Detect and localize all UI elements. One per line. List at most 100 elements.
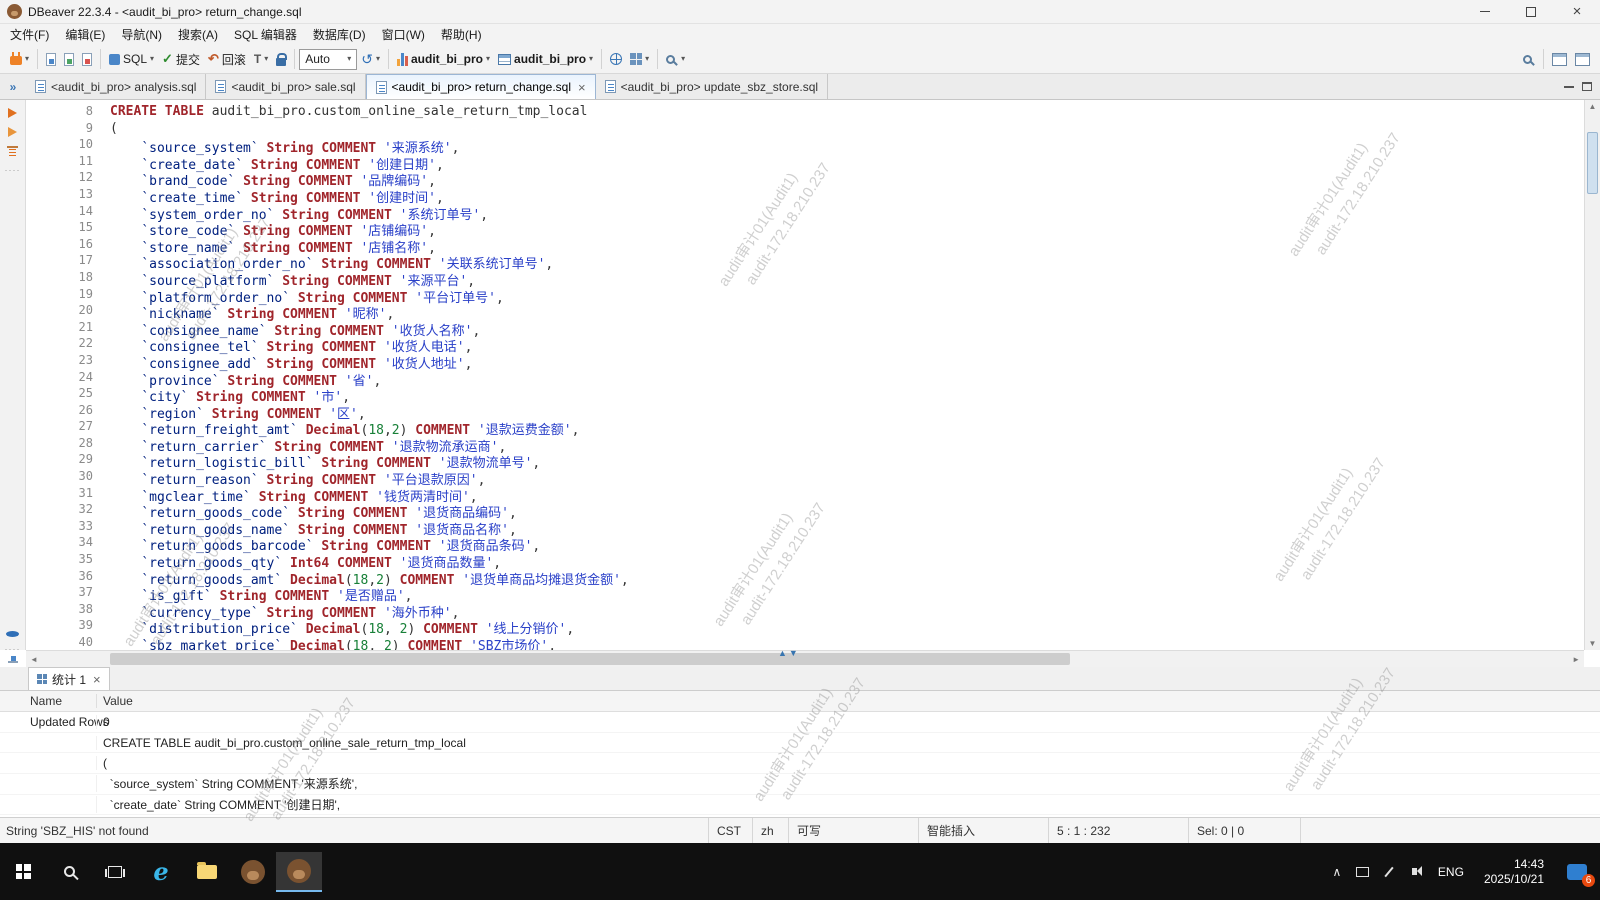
tray-expand-button[interactable]: ∧ xyxy=(1324,852,1350,892)
task-view-button[interactable] xyxy=(92,852,138,892)
line-number: 37 xyxy=(26,585,100,602)
code-token: , xyxy=(436,158,444,173)
search-dropdown-button[interactable]: ▾ xyxy=(662,53,689,66)
system-tray: ∧ ENG 14:43 2025/10/21 6 xyxy=(1324,852,1600,892)
editor-tab[interactable]: <audit_bi_pro> sale.sql xyxy=(206,74,365,99)
menu-item[interactable]: 数据库(D) xyxy=(305,24,374,45)
table-row[interactable]: `source_system` String COMMENT '来源系统', xyxy=(0,774,1600,795)
tray-display-button[interactable] xyxy=(1350,852,1376,892)
scroll-down-icon[interactable]: ▼ xyxy=(1585,639,1600,648)
menu-item[interactable]: 导航(N) xyxy=(113,24,170,45)
code-token: , xyxy=(532,539,540,554)
language-indicator[interactable]: ENG xyxy=(1428,865,1474,879)
panel-close-icon[interactable]: × xyxy=(93,672,101,687)
sql-file-icon xyxy=(215,80,226,93)
view-controls xyxy=(1564,74,1600,99)
tab-close-icon[interactable]: × xyxy=(578,80,586,95)
vertical-scrollbar[interactable]: ▲ ▼ xyxy=(1584,100,1600,650)
perspective-icon xyxy=(1575,53,1590,66)
rollback-button[interactable]: ↶回滚 xyxy=(204,49,250,70)
sql-file-icon xyxy=(35,80,46,93)
run-script-icon[interactable] xyxy=(8,127,17,137)
code-editor[interactable]: CREATE TABLE audit_bi_pro.custom_online_… xyxy=(100,100,1584,650)
line-number: 24 xyxy=(26,370,100,387)
restore-views-icon[interactable]: » xyxy=(0,74,26,99)
maximize-button[interactable] xyxy=(1508,0,1554,23)
file-explorer-button[interactable] xyxy=(184,852,230,892)
network-button[interactable] xyxy=(606,51,626,67)
minimize-button[interactable] xyxy=(1462,0,1508,23)
layout-grid-button[interactable]: ▾ xyxy=(626,51,653,67)
schema-selector[interactable]: audit_bi_pro▾ xyxy=(494,50,597,68)
sql-file-icon xyxy=(376,81,387,94)
horizontal-scroll-thumb[interactable] xyxy=(110,653,1070,665)
line-number: 19 xyxy=(26,287,100,304)
scroll-left-icon[interactable]: ◄ xyxy=(30,655,38,664)
search-icon xyxy=(1523,55,1532,64)
transaction-log-icon: T xyxy=(254,52,261,66)
close-button[interactable]: × xyxy=(1554,0,1600,23)
quick-access-search-button[interactable] xyxy=(1519,53,1539,66)
compare-script-button[interactable] xyxy=(60,51,78,68)
scroll-up-icon[interactable]: ▲ xyxy=(1585,102,1600,111)
table-row[interactable]: `create_date` String COMMENT '创建日期', xyxy=(0,795,1600,816)
statistics-rows: Updated Rows0CREATE TABLE audit_bi_pro.c… xyxy=(0,712,1600,815)
menu-item[interactable]: SQL 编辑器 xyxy=(226,24,305,45)
table-row[interactable]: CREATE TABLE audit_bi_pro.custom_online_… xyxy=(0,733,1600,754)
line-number: 35 xyxy=(26,552,100,569)
code-line: ( xyxy=(110,121,1584,138)
name-cell: Updated Rows xyxy=(0,715,96,729)
taskbar-search-button[interactable] xyxy=(46,852,92,892)
table-row[interactable]: Updated Rows0 xyxy=(0,712,1600,733)
internet-explorer-button[interactable]: e xyxy=(138,852,184,892)
notification-button[interactable]: 6 xyxy=(1554,852,1600,892)
maximize-view-icon[interactable] xyxy=(1582,82,1592,91)
globe-icon xyxy=(610,53,622,65)
query-history-button[interactable]: ↺▾ xyxy=(357,50,384,68)
open-perspective-button[interactable] xyxy=(1571,51,1594,68)
bookmark-icon xyxy=(82,53,92,66)
vertical-scroll-thumb[interactable] xyxy=(1587,132,1598,194)
tray-volume-button[interactable] xyxy=(1402,852,1428,892)
bookmark-button[interactable] xyxy=(78,51,96,68)
script-task-icon[interactable] xyxy=(7,146,18,148)
splitter-handle[interactable]: ▲▼ xyxy=(778,648,800,658)
menu-item[interactable]: 帮助(H) xyxy=(433,24,490,45)
editor-tab[interactable]: <audit_bi_pro> return_change.sql× xyxy=(366,74,596,99)
tray-pen-button[interactable] xyxy=(1376,852,1402,892)
menu-item[interactable]: 搜索(A) xyxy=(170,24,226,45)
database-selector[interactable]: audit_bi_pro▾ xyxy=(393,50,494,68)
table-row[interactable]: ( xyxy=(0,753,1600,774)
load-script-button[interactable] xyxy=(42,51,60,68)
connection-button[interactable]: ▾ xyxy=(6,51,33,67)
menu-item[interactable]: 窗口(W) xyxy=(374,24,433,45)
log-file-icon[interactable] xyxy=(8,661,18,663)
transaction-log-button[interactable]: T▾ xyxy=(250,50,272,68)
settings-gear-icon[interactable] xyxy=(6,631,19,637)
statistics-tab[interactable]: 统计 1 × xyxy=(28,667,110,690)
dbeaver-taskbar-button[interactable] xyxy=(230,852,276,892)
sql-editor-dropdown-button[interactable]: SQL▾ xyxy=(105,50,158,68)
dbeaver-taskbar-button-active[interactable] xyxy=(276,852,322,892)
column-header-value[interactable]: Value xyxy=(96,694,1600,708)
column-header-name[interactable]: Name xyxy=(0,694,96,708)
menu-item[interactable]: 文件(F) xyxy=(2,24,57,45)
horizontal-scrollbar[interactable]: ◄ ► xyxy=(26,650,1584,667)
scroll-right-icon[interactable]: ► xyxy=(1572,655,1580,664)
lock-button[interactable] xyxy=(272,51,290,68)
line-number: 38 xyxy=(26,602,100,619)
transaction-mode-combo[interactable]: Auto▾ xyxy=(299,49,357,70)
titlebar: DBeaver 22.3.4 - <audit_bi_pro> return_c… xyxy=(0,0,1600,24)
grid-view-icon[interactable] xyxy=(7,157,18,158)
statistics-table: Name Value Updated Rows0CREATE TABLE aud… xyxy=(0,691,1600,815)
restore-perspective-button[interactable] xyxy=(1548,51,1571,68)
taskbar-clock[interactable]: 14:43 2025/10/21 xyxy=(1474,857,1554,887)
value-cell: ( xyxy=(96,756,1600,770)
menu-item[interactable]: 编辑(E) xyxy=(57,24,113,45)
run-sql-icon[interactable] xyxy=(8,108,17,118)
minimize-view-icon[interactable] xyxy=(1564,86,1574,88)
start-button[interactable] xyxy=(0,852,46,892)
editor-tab[interactable]: <audit_bi_pro> update_sbz_store.sql xyxy=(596,74,828,99)
commit-button[interactable]: ✓提交 xyxy=(158,49,204,70)
editor-tab[interactable]: <audit_bi_pro> analysis.sql xyxy=(26,74,206,99)
